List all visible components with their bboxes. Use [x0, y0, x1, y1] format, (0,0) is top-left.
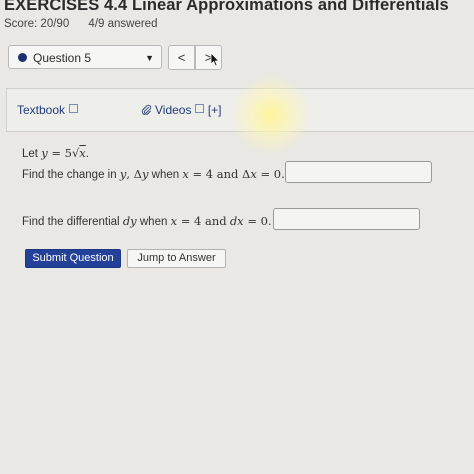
differential-answer-input[interactable] — [273, 208, 420, 230]
textbook-link[interactable]: Textbook — [17, 103, 79, 117]
question-part1-text: Find the change in y, Δy when x = 4 and … — [22, 167, 293, 181]
score-line: Score: 20/90 4/9 answered — [4, 18, 157, 30]
jump-to-answer-button[interactable]: Jump to Answer — [127, 249, 226, 268]
videos-link-label: Videos — [155, 103, 192, 117]
score-text: Score: 20/90 — [4, 18, 70, 30]
question-select-label: Question 5 — [33, 51, 92, 65]
question-select[interactable]: Question 5 ▼ — [8, 45, 162, 69]
screen-glare — [228, 76, 314, 154]
external-link-icon — [195, 104, 205, 113]
external-link-icon — [69, 104, 79, 113]
previous-question-button[interactable]: < — [168, 45, 195, 70]
videos-link[interactable]: Videos [+] — [141, 103, 222, 117]
answered-count: 4/9 answered — [88, 18, 158, 30]
question-part2-text: Find the differential dy when x = 4 and … — [22, 214, 279, 228]
videos-expand[interactable]: [+] — [208, 103, 222, 117]
submit-question-button[interactable]: Submit Question — [25, 249, 121, 268]
delta-y-answer-input[interactable] — [285, 161, 432, 183]
paperclip-icon — [141, 104, 152, 116]
status-dot-icon — [18, 53, 27, 62]
chevron-down-icon: ▼ — [145, 53, 154, 63]
function-statement: Let y = 5√x. — [22, 146, 89, 160]
textbook-link-label: Textbook — [17, 103, 66, 117]
page-title: EXERCISES 4.4 Linear Approximations and … — [4, 0, 449, 14]
mouse-cursor-icon — [210, 52, 220, 67]
